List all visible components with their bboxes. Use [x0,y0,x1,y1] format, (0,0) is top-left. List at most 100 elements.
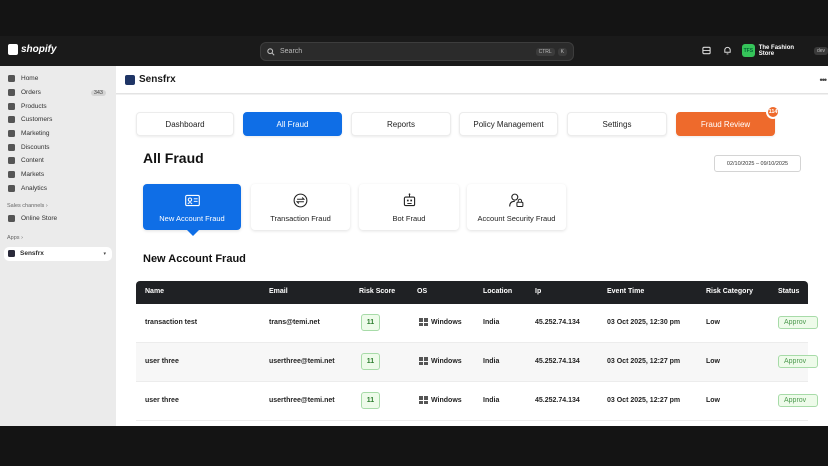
date-range-picker[interactable]: 02/10/2025 – 09/10/2025 [714,155,801,172]
sidebar-item-markets[interactable]: Markets [0,168,116,182]
app-title: Sensfrx [139,74,176,85]
transaction-icon [293,193,308,207]
sensfrx-logo-icon [125,74,135,85]
content-icon [8,157,15,165]
windows-icon [419,396,428,404]
tab-label: Fraud Review [700,119,751,129]
page-title: All Fraud [143,150,204,166]
status-badge: Approv [778,355,818,368]
fraud-review-count-badge: 114 [766,105,780,119]
cell-os: Windows [419,357,462,365]
column-header-os[interactable]: OS [417,288,427,295]
sidebar-item-orders[interactable]: Orders 343 [0,86,116,100]
sidebar-item-label: Orders [21,89,41,97]
search-input[interactable]: Search CTRL K [260,42,574,61]
bot-icon [403,192,415,206]
cell-risk-category: Low [706,397,720,404]
column-header-risk-score[interactable]: Risk Score [359,288,395,295]
apps-label: Apps [7,235,20,242]
tab-label: All Fraud [276,119,309,129]
sidebar-app-label: Sensfrx [20,250,44,258]
sidebar-item-label: Marketing [21,130,50,138]
windows-icon [419,357,428,365]
orders-count-badge: 343 [90,89,106,96]
bell-icon[interactable] [722,46,732,56]
store-switcher[interactable]: TFS The Fashion Store dev [742,44,828,57]
chevron-down-icon: ▾ [103,250,106,257]
search-placeholder: Search [280,48,303,55]
apps-heading[interactable]: Apps › [0,233,116,244]
cell-os: Windows [419,318,462,326]
column-header-risk-category[interactable]: Risk Category [706,288,753,295]
person-icon [8,116,15,124]
cell-risk-category: Low [706,358,720,365]
section-title: New Account Fraud [143,253,246,265]
user-lock-icon [509,193,524,207]
sales-channels-heading[interactable]: Sales channels › [0,200,116,211]
table-row[interactable]: user three userthree@temi.net 11 Windows… [136,382,818,421]
kbd-ctrl: CTRL [535,47,555,56]
table-header: Name Email Risk Score OS Location Ip Eve… [136,281,808,304]
tab-settings[interactable]: Settings [567,112,667,136]
main-area: Sensfrx ••• Dashboard All Fraud Reports … [116,66,828,426]
cell-email: trans@temi.net [269,319,320,326]
more-options-icon[interactable]: ••• [820,75,828,85]
column-header-email[interactable]: Email [269,288,288,295]
store-icon [8,214,15,222]
shopify-bag-icon [8,44,18,55]
tag-icon [8,102,15,110]
sidebar-item-products[interactable]: Products [0,99,116,113]
column-header-location[interactable]: Location [483,288,512,295]
store-avatar: TFS [742,44,755,57]
kbd-k: K [557,47,567,56]
category-account-security-fraud[interactable]: Account Security Fraud [467,184,566,230]
tab-policy-management[interactable]: Policy Management [459,112,558,136]
sidebar-item-home[interactable]: Home [0,72,116,86]
category-bot-fraud[interactable]: Bot Fraud [359,184,459,230]
column-header-ip[interactable]: Ip [535,288,541,295]
sidebar-item-label: Discounts [21,143,50,151]
sidebar-item-content[interactable]: Content [0,154,116,168]
category-label: Bot Fraud [392,213,426,223]
tab-label: Dashboard [165,119,205,129]
cell-ip: 45.252.74.134 [535,358,580,365]
tab-fraud-review[interactable]: Fraud Review 114 [676,105,780,136]
sidebar-item-customers[interactable]: Customers [0,113,116,127]
shopify-topbar: shopify Search CTRL K TFS The Fashion St… [0,36,828,66]
cell-os: Windows [419,396,462,404]
shopify-logo[interactable]: shopify [8,44,57,55]
fraud-table: Name Email Risk Score OS Location Ip Eve… [136,281,818,421]
sidebar-item-marketing[interactable]: Marketing [0,127,116,141]
table-row[interactable]: user three userthree@temi.net 11 Windows… [136,343,818,382]
column-header-status[interactable]: Status [778,288,799,295]
sidebar-item-analytics[interactable]: Analytics [0,182,116,196]
sales-channels-label: Sales channels [7,202,45,209]
category-transaction-fraud[interactable]: Transaction Fraud [251,184,350,230]
table-row[interactable]: transaction test trans@temi.net 11 Windo… [136,304,818,343]
tab-label: Reports [386,119,415,129]
sidebar: Home Orders 343 Products Customers Market… [0,66,116,426]
cell-email: userthree@temi.net [269,397,335,404]
sidebar-app-sensfrx[interactable]: Sensfrx ▾ [4,246,112,261]
column-header-event-time[interactable]: Event Time [607,288,644,295]
category-label: Account Security Fraud [477,213,556,223]
cell-name: user three [145,358,179,365]
store-name: The Fashion Store [758,44,795,57]
cell-event-time: 03 Oct 2025, 12:27 pm [607,358,681,365]
inbox-icon[interactable] [701,46,711,56]
app-content: Dashboard All Fraud Reports Policy Manag… [116,95,828,426]
logo-text: shopify [21,44,57,55]
category-new-account-fraud[interactable]: New Account Fraud [143,184,241,236]
cell-event-time: 03 Oct 2025, 12:30 pm [607,319,681,326]
tab-all-fraud[interactable]: All Fraud [243,112,342,136]
sidebar-item-online-store[interactable]: Online Store [0,211,116,225]
sidebar-item-discounts[interactable]: Discounts [0,140,116,154]
sensfrx-app-icon [8,250,15,258]
tab-dashboard[interactable]: Dashboard [136,112,234,136]
home-icon [8,75,15,83]
tab-reports[interactable]: Reports [351,112,451,136]
os-label: Windows [431,396,462,404]
orders-icon [8,89,15,97]
column-header-name[interactable]: Name [145,288,164,295]
cell-email: userthree@temi.net [269,358,335,365]
